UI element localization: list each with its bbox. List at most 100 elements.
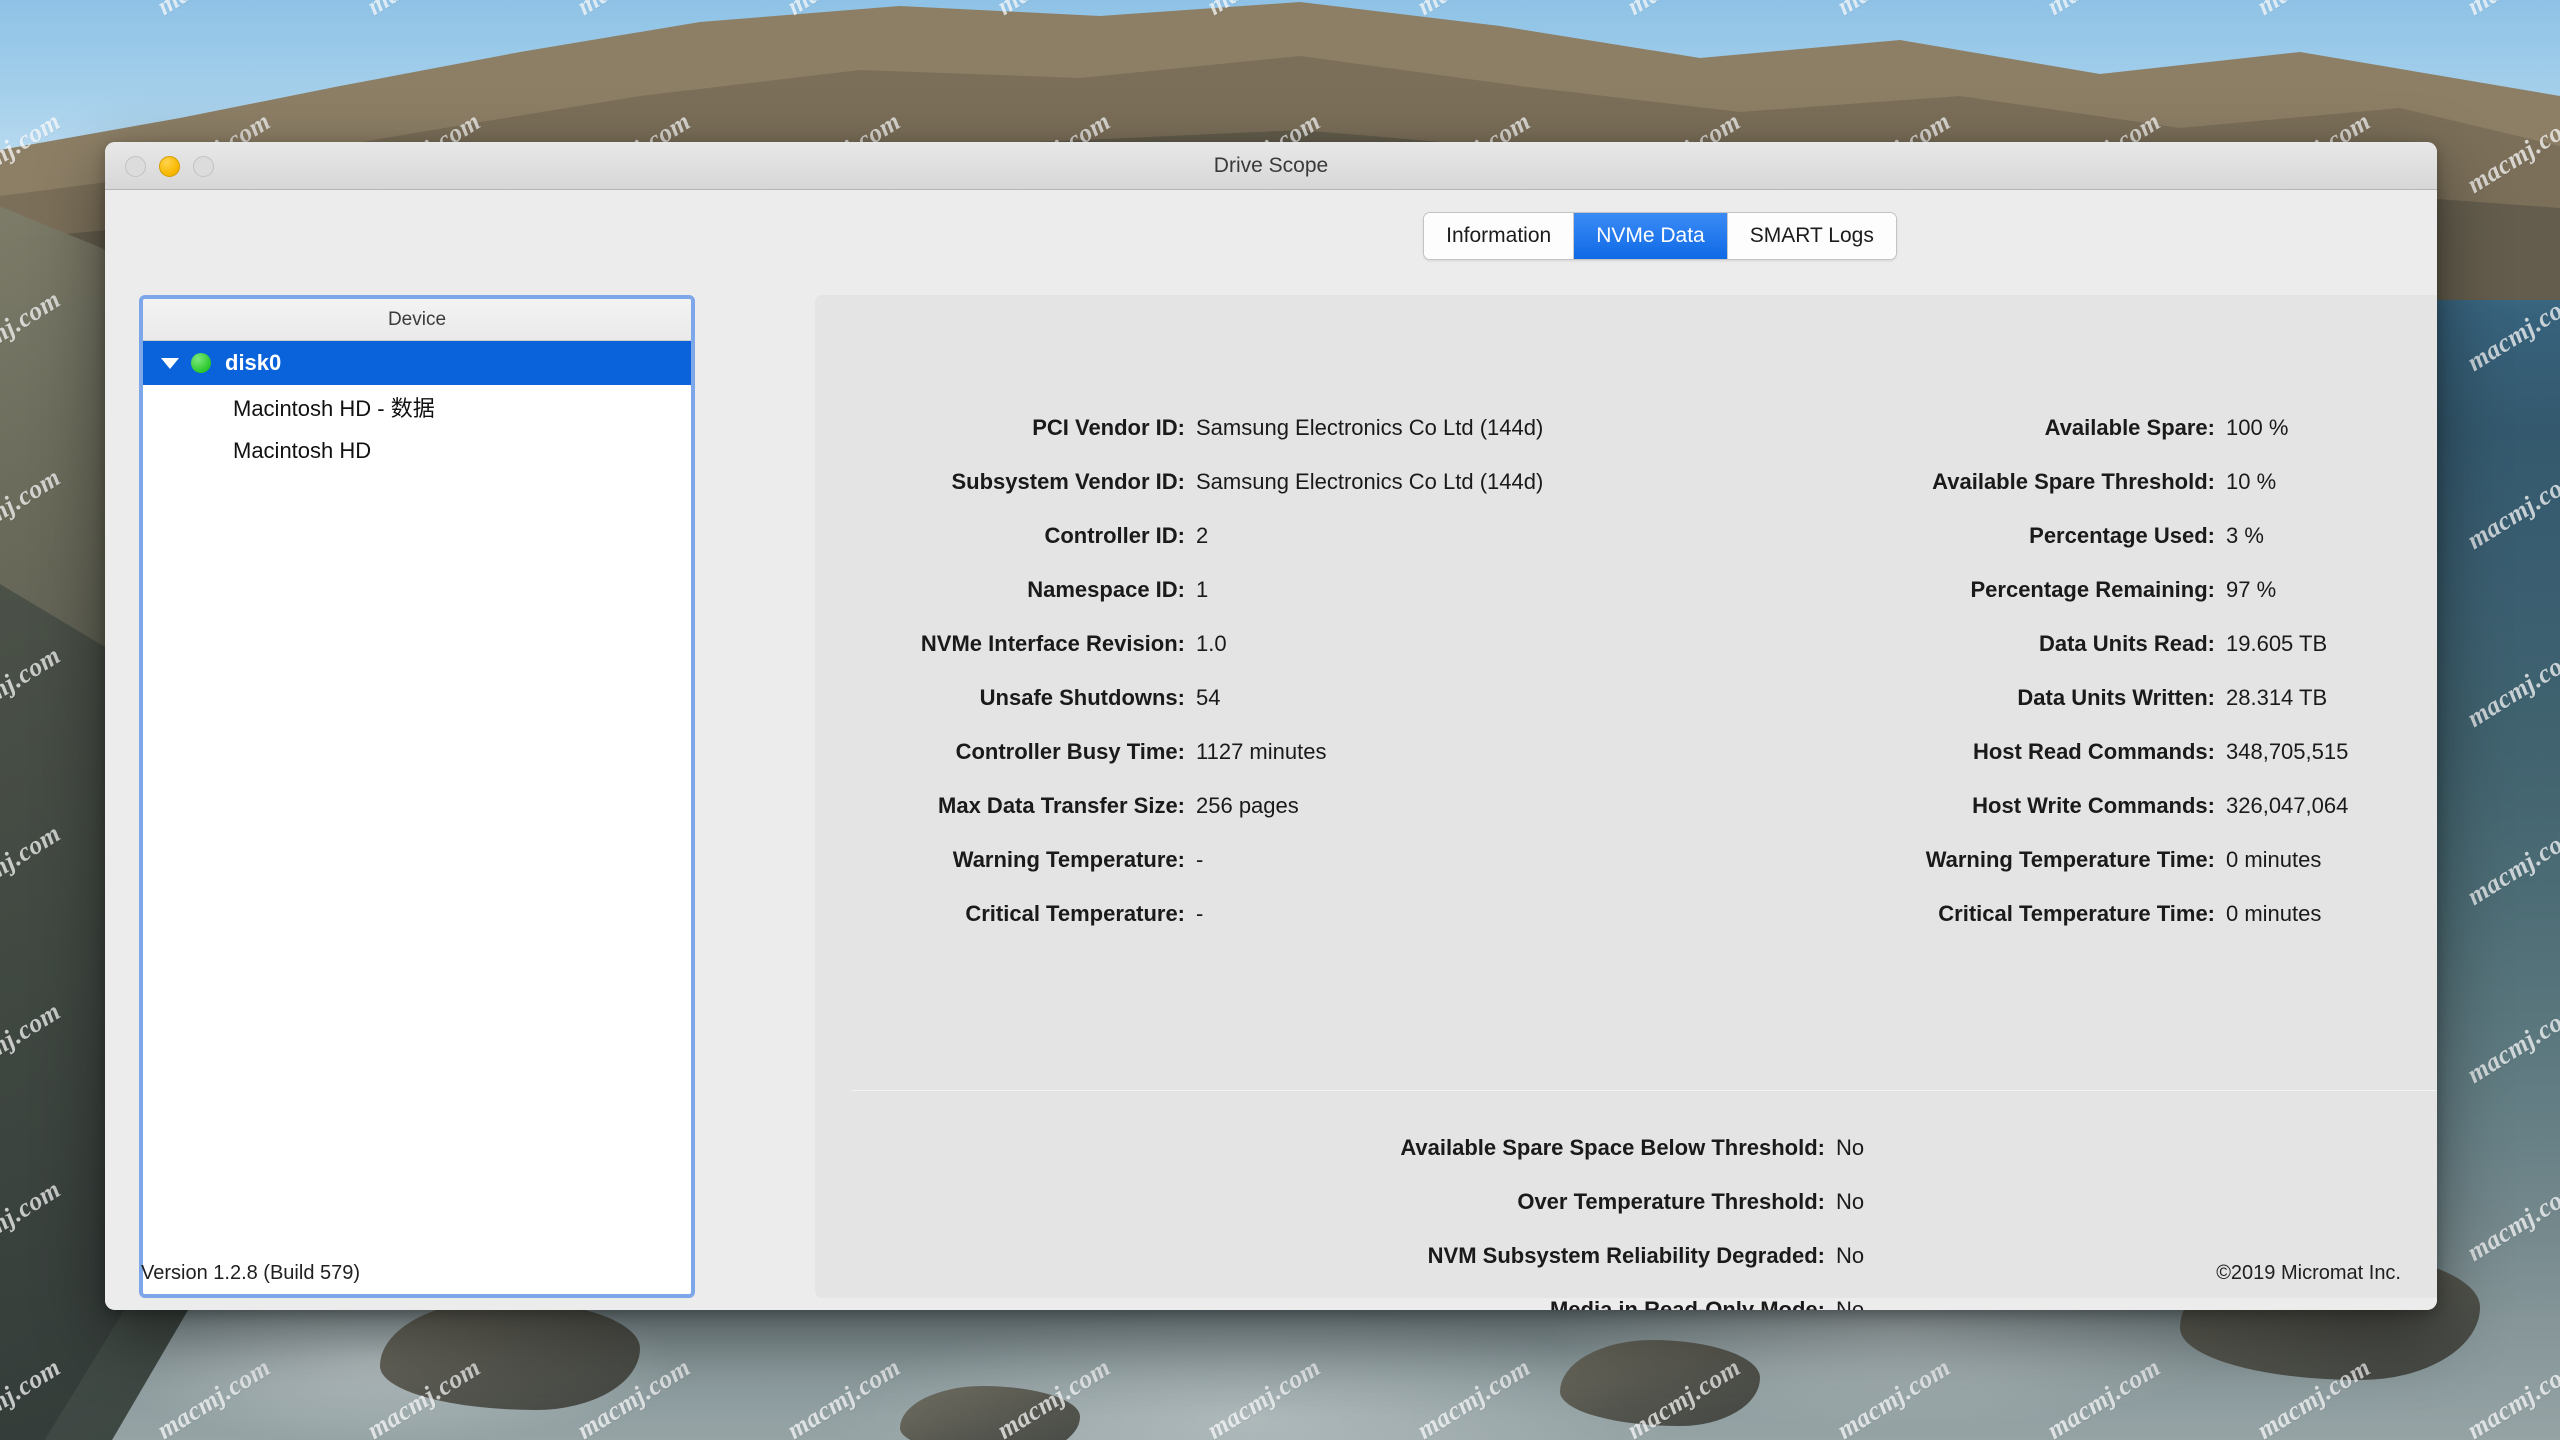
version-label: Version 1.2.8 (Build 579) xyxy=(141,1262,360,1285)
field-value: No xyxy=(1836,1297,1864,1310)
section-divider xyxy=(851,1090,2437,1091)
status-ok-icon xyxy=(191,353,211,373)
sidebar-item-macintosh-hd-data[interactable]: Macintosh HD - 数据 xyxy=(143,385,691,429)
rock xyxy=(900,1386,1080,1440)
field-value: No xyxy=(1836,1189,1864,1215)
field-value: No xyxy=(1836,1243,1864,1269)
field-value: 100 % xyxy=(2226,415,2288,441)
field-label: Controller Busy Time: xyxy=(815,739,1185,765)
field-value: 1.0 xyxy=(1196,631,1227,657)
tab-information[interactable]: Information xyxy=(1424,213,1574,259)
sidebar-item-label: disk0 xyxy=(225,350,281,376)
field-value: 97 % xyxy=(2226,577,2276,603)
field-value: Samsung Electronics Co Ltd (144d) xyxy=(1196,469,1543,495)
field-nvm-subsystem-reliability-degraded: NVM Subsystem Reliability Degraded: No xyxy=(815,1243,2437,1297)
rock xyxy=(380,1300,640,1410)
window-title: Drive Scope xyxy=(105,142,2437,190)
field-critical-temperature: Critical Temperature: - xyxy=(815,901,1660,955)
field-value: Samsung Electronics Co Ltd (144d) xyxy=(1196,415,1543,441)
field-label: Available Spare Threshold: xyxy=(1660,469,2215,495)
field-label: Warning Temperature Time: xyxy=(1660,847,2215,873)
sidebar-item-macintosh-hd[interactable]: Macintosh HD xyxy=(143,429,691,473)
field-label: NVM Subsystem Reliability Degraded: xyxy=(815,1243,1825,1269)
field-available-spare: Available Spare: 100 % xyxy=(1660,415,2437,469)
field-value: 326,047,064 xyxy=(2226,793,2348,819)
sidebar-item-label: Macintosh HD xyxy=(233,438,371,464)
field-critical-temperature-time: Critical Temperature Time: 0 minutes xyxy=(1660,901,2437,955)
field-value: 28.314 TB xyxy=(2226,685,2327,711)
field-namespace-id: Namespace ID: 1 xyxy=(815,577,1660,631)
field-over-temperature-threshold: Over Temperature Threshold: No xyxy=(815,1189,2437,1243)
field-label: Namespace ID: xyxy=(815,577,1185,603)
field-max-data-transfer-size: Max Data Transfer Size: 256 pages xyxy=(815,793,1660,847)
field-label: Over Temperature Threshold: xyxy=(815,1189,1825,1215)
field-available-spare-threshold: Available Spare Threshold: 10 % xyxy=(1660,469,2437,523)
field-percentage-used: Percentage Used: 3 % xyxy=(1660,523,2437,577)
field-warning-temperature: Warning Temperature: - xyxy=(815,847,1660,901)
field-value: 10 % xyxy=(2226,469,2276,495)
device-sidebar[interactable]: Device disk0 Macintosh HD - 数据 Macintosh… xyxy=(139,295,695,1298)
field-value: 54 xyxy=(1196,685,1220,711)
field-label: Available Spare Space Below Threshold: xyxy=(815,1135,1825,1161)
field-value: - xyxy=(1196,901,1203,927)
field-value: 2 xyxy=(1196,523,1208,549)
field-label: Unsafe Shutdowns: xyxy=(815,685,1185,711)
field-host-write-commands: Host Write Commands: 326,047,064 xyxy=(1660,793,2437,847)
field-label: Critical Temperature: xyxy=(815,901,1185,927)
sidebar-column-header: Device xyxy=(143,299,691,341)
field-label: Warning Temperature: xyxy=(815,847,1185,873)
rock xyxy=(1560,1340,1760,1426)
field-label: Percentage Remaining: xyxy=(1660,577,2215,603)
field-value: 0 minutes xyxy=(2226,901,2321,927)
nvme-data-panel: PCI Vendor ID: Samsung Electronics Co Lt… xyxy=(815,295,2437,1298)
field-label: Controller ID: xyxy=(815,523,1185,549)
field-label: Media in Read-Only Mode: xyxy=(815,1297,1825,1310)
field-value: 1 xyxy=(1196,577,1208,603)
tab-bar: Information NVMe Data SMART Logs xyxy=(815,190,2437,282)
tab-smart-logs[interactable]: SMART Logs xyxy=(1728,213,1896,259)
field-media-in-read-only-mode: Media in Read-Only Mode: No xyxy=(815,1297,2437,1310)
nvme-status-flags: Available Spare Space Below Threshold: N… xyxy=(815,1135,2437,1310)
field-percentage-remaining: Percentage Remaining: 97 % xyxy=(1660,577,2437,631)
field-value: - xyxy=(1196,847,1203,873)
field-data-units-read: Data Units Read: 19.605 TB xyxy=(1660,631,2437,685)
nvme-left-column: PCI Vendor ID: Samsung Electronics Co Lt… xyxy=(815,415,1660,955)
tab-nvme-data[interactable]: NVMe Data xyxy=(1574,213,1728,259)
field-pci-vendor-id: PCI Vendor ID: Samsung Electronics Co Lt… xyxy=(815,415,1660,469)
field-value: 256 pages xyxy=(1196,793,1299,819)
field-value: 348,705,515 xyxy=(2226,739,2348,765)
field-controller-id: Controller ID: 2 xyxy=(815,523,1660,577)
field-nvme-interface-revision: NVMe Interface Revision: 1.0 xyxy=(815,631,1660,685)
field-label: Critical Temperature Time: xyxy=(1660,901,2215,927)
field-label: Data Units Written: xyxy=(1660,685,2215,711)
sidebar-item-disk0[interactable]: disk0 xyxy=(143,341,691,385)
field-label: Data Units Read: xyxy=(1660,631,2215,657)
sidebar-item-label: Macintosh HD - 数据 xyxy=(233,391,435,423)
field-controller-busy-time: Controller Busy Time: 1127 minutes xyxy=(815,739,1660,793)
field-label: Max Data Transfer Size: xyxy=(815,793,1185,819)
field-value: 0 minutes xyxy=(2226,847,2321,873)
field-value: 1127 minutes xyxy=(1196,739,1326,765)
field-label: Percentage Used: xyxy=(1660,523,2215,549)
field-host-read-commands: Host Read Commands: 348,705,515 xyxy=(1660,739,2437,793)
drive-scope-window: Drive Scope Device disk0 Macintosh HD - … xyxy=(105,142,2437,1310)
field-subsystem-vendor-id: Subsystem Vendor ID: Samsung Electronics… xyxy=(815,469,1660,523)
tab-group: Information NVMe Data SMART Logs xyxy=(1423,212,1897,260)
field-value: 19.605 TB xyxy=(2226,631,2327,657)
field-warning-temperature-time: Warning Temperature Time: 0 minutes xyxy=(1660,847,2437,901)
field-value: 3 % xyxy=(2226,523,2264,549)
field-value: No xyxy=(1836,1135,1864,1161)
field-available-spare-space-below-threshold: Available Spare Space Below Threshold: N… xyxy=(815,1135,2437,1189)
window-titlebar[interactable]: Drive Scope xyxy=(105,142,2437,190)
field-unsafe-shutdowns: Unsafe Shutdowns: 54 xyxy=(815,685,1660,739)
field-label: NVMe Interface Revision: xyxy=(815,631,1185,657)
copyright-label: ©2019 Micromat Inc. xyxy=(2216,1262,2401,1285)
field-label: Available Spare: xyxy=(1660,415,2215,441)
chevron-down-icon[interactable] xyxy=(161,358,179,369)
field-label: Subsystem Vendor ID: xyxy=(815,469,1185,495)
field-data-units-written: Data Units Written: 28.314 TB xyxy=(1660,685,2437,739)
field-label: PCI Vendor ID: xyxy=(815,415,1185,441)
field-label: Host Read Commands: xyxy=(1660,739,2215,765)
nvme-right-column: Available Spare: 100 % Available Spare T… xyxy=(1660,415,2437,955)
field-label: Host Write Commands: xyxy=(1660,793,2215,819)
